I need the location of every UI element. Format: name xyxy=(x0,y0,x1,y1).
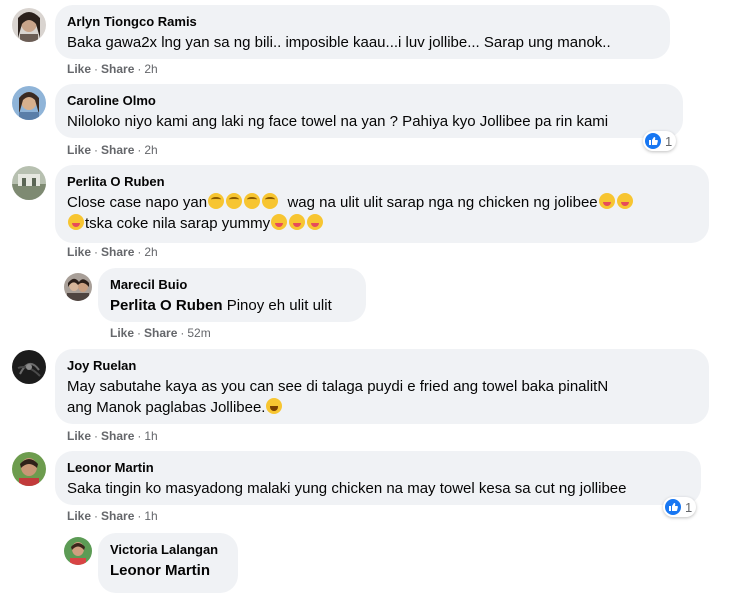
laugh-emoji xyxy=(266,398,283,414)
timestamp[interactable]: 52m xyxy=(187,326,210,340)
like-button[interactable]: Like xyxy=(67,62,91,76)
like-button[interactable]: Like xyxy=(110,326,134,340)
comment-text: Niloloko niyo kami ang laki ng face towe… xyxy=(67,113,609,130)
comment-bubble: Perlita O Ruben Close case napo yan wag … xyxy=(55,165,709,243)
share-button[interactable]: Share xyxy=(101,245,134,259)
sad-emoji xyxy=(208,193,225,209)
sad-emoji xyxy=(226,193,243,209)
mention-link[interactable]: Leonor Martin xyxy=(110,562,210,579)
share-button[interactable]: Share xyxy=(101,509,134,523)
yum-emoji xyxy=(307,214,324,230)
comment-text-line: ang Manok paglabas Jollibee. xyxy=(67,397,697,418)
mention-link[interactable]: Perlita O Ruben xyxy=(110,297,223,314)
yum-emoji xyxy=(289,214,306,230)
comment-actions: Like · Share · 52m xyxy=(110,326,211,340)
share-button[interactable]: Share xyxy=(101,143,134,157)
share-button[interactable]: Share xyxy=(101,429,134,443)
thumbs-up-icon xyxy=(665,499,681,515)
comment-bubble: Leonor Martin Saka tingin ko masyadong m… xyxy=(55,451,701,505)
comment-bubble: Joy Ruelan May sabutahe kaya as you can … xyxy=(55,349,709,424)
comment-author[interactable]: Marecil Buio xyxy=(110,276,354,293)
comment-author[interactable]: Victoria Lalangan xyxy=(110,541,226,558)
reaction-count[interactable]: 1 xyxy=(663,497,697,517)
avatar[interactable] xyxy=(64,273,92,301)
comment-bubble: Arlyn Tiongco Ramis Baka gawa2x lng yan … xyxy=(55,5,670,59)
like-button[interactable]: Like xyxy=(67,143,91,157)
comment-actions: Like · Share · 1h xyxy=(67,429,158,443)
comment-bubble: Caroline Olmo Niloloko niyo kami ang lak… xyxy=(55,84,683,138)
share-button[interactable]: Share xyxy=(144,326,177,340)
avatar[interactable] xyxy=(12,86,46,120)
comment-bubble: Victoria Lalangan Leonor Martin xyxy=(98,533,238,593)
comment-text: Baka gawa2x lng yan sa ng bili.. imposib… xyxy=(67,34,611,51)
avatar[interactable] xyxy=(12,350,46,384)
reaction-number: 1 xyxy=(685,499,693,515)
timestamp[interactable]: 1h xyxy=(144,429,157,443)
thumbs-up-icon xyxy=(645,133,661,149)
reaction-count[interactable]: 1 xyxy=(643,131,677,151)
sad-emoji xyxy=(244,193,261,209)
comment-actions: Like · Share · 2h xyxy=(67,143,158,157)
timestamp[interactable]: 2h xyxy=(144,143,157,157)
avatar[interactable] xyxy=(12,452,46,486)
comment-author[interactable]: Arlyn Tiongco Ramis xyxy=(67,13,658,30)
comment-author[interactable]: Leonor Martin xyxy=(67,459,689,476)
timestamp[interactable]: 2h xyxy=(144,62,157,76)
comment-text: Leonor Martin xyxy=(110,560,226,581)
avatar[interactable] xyxy=(64,537,92,565)
comment-text: Perlita O Ruben Pinoy eh ulit ulit xyxy=(110,297,332,314)
comment-actions: Like · Share · 2h xyxy=(67,245,158,259)
yum-emoji xyxy=(68,214,84,230)
like-button[interactable]: Like xyxy=(67,509,91,523)
yum-emoji xyxy=(616,193,633,209)
comment-actions: Like · Share · 2h xyxy=(67,62,158,76)
yum-emoji xyxy=(271,214,288,230)
share-button[interactable]: Share xyxy=(101,62,134,76)
avatar[interactable] xyxy=(12,166,46,200)
comment-actions: Like · Share · 1h xyxy=(67,509,158,523)
comment-author[interactable]: Joy Ruelan xyxy=(67,357,697,374)
comment-bubble: Marecil Buio Perlita O Ruben Pinoy eh ul… xyxy=(98,268,366,322)
yum-emoji xyxy=(598,193,615,209)
timestamp[interactable]: 2h xyxy=(144,245,157,259)
like-button[interactable]: Like xyxy=(67,245,91,259)
like-button[interactable]: Like xyxy=(67,429,91,443)
comment-text: Saka tingin ko masyadong malaki yung chi… xyxy=(67,480,627,497)
avatar[interactable] xyxy=(12,8,46,42)
comment-author[interactable]: Perlita O Ruben xyxy=(67,173,697,190)
comment-text-line: Close case napo yan wag na ulit ulit sar… xyxy=(67,192,697,213)
comment-author[interactable]: Caroline Olmo xyxy=(67,92,671,109)
reaction-number: 1 xyxy=(665,133,673,149)
comment-text-line: May sabutahe kaya as you can see di tala… xyxy=(67,378,609,395)
comment-text-line: tska coke nila sarap yummy xyxy=(67,213,697,234)
timestamp[interactable]: 1h xyxy=(144,509,157,523)
sad-emoji xyxy=(262,193,279,209)
